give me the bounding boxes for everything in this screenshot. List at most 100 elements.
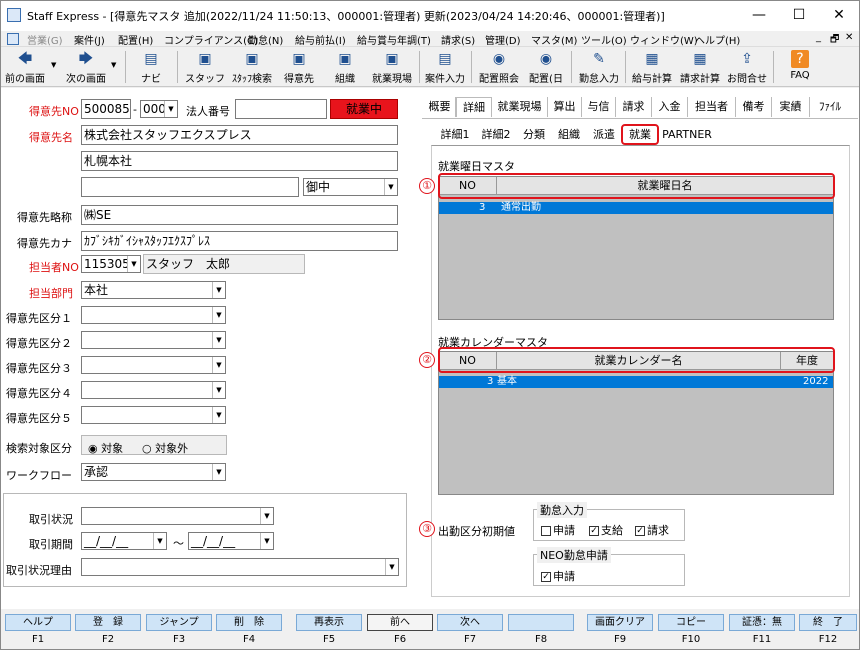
- tab-notes[interactable]: 備考: [736, 97, 772, 117]
- menu-prepay[interactable]: 給与前払(I): [295, 32, 346, 47]
- client-button[interactable]: ▣ 得意先: [277, 49, 321, 85]
- checkbox-neo-apply[interactable]: ✓ 申請: [541, 568, 575, 584]
- menu-help[interactable]: ヘルプ(H): [695, 32, 740, 47]
- subtab-dispatch[interactable]: 派遣: [588, 126, 620, 144]
- menu-window[interactable]: ウィンドウ(W): [630, 32, 698, 47]
- client-no-input[interactable]: 500085: [81, 99, 131, 119]
- placement-query-button[interactable]: ◉ 配置照会: [475, 49, 523, 85]
- radio-target[interactable]: ◉ 対象: [88, 440, 123, 456]
- client-name-input[interactable]: 株式会社スタッフエクスプレス: [81, 125, 398, 145]
- chevron-down-icon: ▼: [212, 382, 225, 398]
- client-category-1-select[interactable]: ▼: [81, 306, 226, 324]
- voucher-button[interactable]: 証憑：無: [729, 614, 795, 631]
- next-dropdown-icon[interactable]: ▼: [111, 61, 116, 69]
- tab-billing[interactable]: 請求: [616, 97, 652, 117]
- menu-placement[interactable]: 配置(H): [118, 32, 153, 47]
- corp-no-input[interactable]: [235, 99, 327, 119]
- client-name3-input[interactable]: [81, 177, 299, 197]
- maximize-button[interactable]: ☐: [779, 1, 819, 31]
- menu-payroll[interactable]: 給与賞与年調(T): [357, 32, 431, 47]
- clear-screen-button[interactable]: 画面クリア: [587, 614, 653, 631]
- menu-compliance[interactable]: コンプライアンス(C): [164, 32, 258, 47]
- table-row[interactable]: 3 基本 2022: [439, 376, 833, 388]
- mdi-close-button[interactable]: ✕: [845, 32, 853, 43]
- next-button[interactable]: 次へ: [437, 614, 503, 631]
- subtab-org[interactable]: 組織: [553, 126, 585, 144]
- refresh-button[interactable]: 再表示: [296, 614, 362, 631]
- subtab-partner[interactable]: PARTNER: [662, 126, 712, 144]
- f9-label: F9: [613, 634, 627, 645]
- org-button[interactable]: ▣ 組織: [325, 49, 365, 85]
- rep-no-select[interactable]: 115305 ▼: [81, 255, 141, 273]
- honorific-select[interactable]: 御中 ▼: [303, 178, 398, 196]
- menu-attendance[interactable]: 勤怠(N): [248, 32, 283, 47]
- client-category-5-select[interactable]: ▼: [81, 406, 226, 424]
- menu-billing[interactable]: 請求(S): [441, 32, 475, 47]
- client-category-4-select[interactable]: ▼: [81, 381, 226, 399]
- inquiry-button[interactable]: ⇪ お問合せ: [725, 49, 769, 85]
- menu-case[interactable]: 案件(J): [74, 32, 105, 47]
- deal-to-date[interactable]: __/__/__ ▼: [188, 532, 274, 550]
- toolbar-separator: [177, 51, 178, 83]
- copy-button[interactable]: コピー: [658, 614, 724, 631]
- menu-sales[interactable]: 営業(G): [27, 32, 63, 47]
- exit-button[interactable]: 終 了: [799, 614, 857, 631]
- menu-admin[interactable]: 管理(D): [485, 32, 521, 47]
- deal-from-date[interactable]: __/__/__ ▼: [81, 532, 167, 550]
- subtab-category[interactable]: 分類: [518, 126, 550, 144]
- branch-select[interactable]: 000 ▼: [140, 100, 178, 118]
- next-screen-button[interactable]: 🡆 次の画面: [63, 49, 109, 85]
- f8-button[interactable]: [508, 614, 574, 631]
- table-row[interactable]: 3 通常出勤: [439, 202, 833, 214]
- client-name2-input[interactable]: 札幌本社: [81, 151, 398, 171]
- dept-select[interactable]: 本社 ▼: [81, 281, 226, 299]
- client-category-2-select[interactable]: ▼: [81, 331, 226, 349]
- tab-payment[interactable]: 入金: [652, 97, 688, 117]
- deal-status-select[interactable]: ▼: [81, 507, 274, 525]
- case-input-button[interactable]: ▤ 案件入力: [421, 49, 469, 85]
- close-button[interactable]: ✕: [819, 1, 859, 31]
- workflow-select[interactable]: 承認 ▼: [81, 463, 226, 481]
- radio-non-target[interactable]: ○ 対象外: [142, 440, 188, 456]
- client-category-3-select[interactable]: ▼: [81, 356, 226, 374]
- subtab-detail1[interactable]: 詳細1: [437, 126, 473, 144]
- tab-files[interactable]: ﾌｧｲﾙ: [810, 97, 850, 117]
- tab-calc[interactable]: 算出: [548, 97, 582, 117]
- tab-credit[interactable]: 与信: [582, 97, 616, 117]
- tab-workplace[interactable]: 就業現場: [492, 97, 548, 117]
- mdi-minimize-button[interactable]: _: [816, 32, 821, 43]
- subtab-detail2[interactable]: 詳細2: [477, 126, 515, 144]
- tab-overview[interactable]: 概要: [424, 97, 456, 117]
- tab-results[interactable]: 実績: [772, 97, 810, 117]
- placement-day-button[interactable]: ◉ 配置(日: [525, 49, 567, 85]
- kana-input[interactable]: ｶﾌﾞｼｷｶﾞｲｼｬｽﾀｯﾌｴｸｽﾌﾟﾚｽ: [81, 231, 398, 251]
- help-button[interactable]: ヘルプ: [5, 614, 71, 631]
- subtab-employment[interactable]: 就業: [621, 124, 659, 145]
- deal-reason-select[interactable]: ▼: [81, 558, 399, 576]
- checkbox-bill[interactable]: ✓ 請求: [635, 522, 669, 538]
- billing-calc-button[interactable]: ▦ 請求計算: [677, 49, 723, 85]
- workplace-button[interactable]: ▣ 就業現場: [367, 49, 417, 85]
- checkbox-apply[interactable]: 申請: [541, 522, 575, 538]
- chevron-down-icon: ▼: [260, 533, 273, 549]
- menu-master[interactable]: マスタ(M): [531, 32, 577, 47]
- jump-button[interactable]: ジャンプ: [146, 614, 212, 631]
- register-button[interactable]: 登 録: [75, 614, 141, 631]
- minimize-button[interactable]: —: [739, 1, 779, 31]
- corp-no-label: 法人番号: [186, 105, 230, 118]
- navi-button[interactable]: ▤ ナビ: [133, 49, 169, 85]
- menu-tools[interactable]: ツール(O): [581, 32, 627, 47]
- tab-rep[interactable]: 担当者: [688, 97, 736, 117]
- prev-dropdown-icon[interactable]: ▼: [51, 61, 56, 69]
- checkbox-pay[interactable]: ✓ 支給: [589, 522, 623, 538]
- prev-button[interactable]: 前へ: [367, 614, 433, 631]
- short-name-input[interactable]: ㈱SE: [81, 205, 398, 225]
- tab-detail[interactable]: 詳細: [456, 97, 492, 117]
- faq-button[interactable]: ? FAQ: [783, 49, 817, 85]
- delete-button[interactable]: 削 除: [216, 614, 282, 631]
- payroll-button[interactable]: ▦ 給与計算: [629, 49, 675, 85]
- prev-screen-button[interactable]: 🡄 前の画面: [3, 49, 47, 85]
- staff-search-button[interactable]: ▣ ｽﾀｯﾌ検索: [229, 49, 275, 85]
- attendance-input-button[interactable]: ✎ 勤怠入力: [575, 49, 623, 85]
- staff-button[interactable]: ▣ スタッフ: [183, 49, 227, 85]
